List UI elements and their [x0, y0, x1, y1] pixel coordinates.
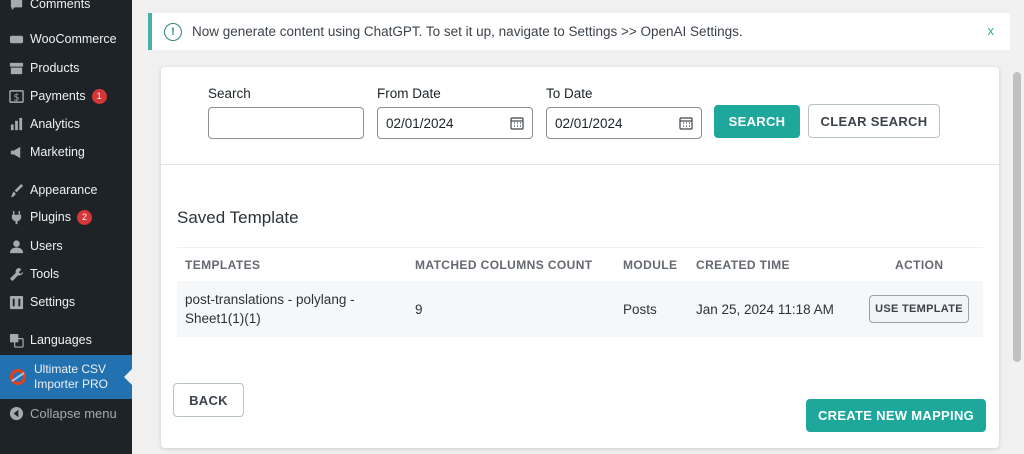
from-date-input[interactable]: 02/01/2024: [377, 107, 533, 139]
info-icon: !: [164, 22, 182, 41]
col-created-time: CREATED TIME: [696, 258, 790, 272]
sidebar-item-products[interactable]: Products: [0, 54, 132, 82]
sidebar-item-settings[interactable]: Settings: [0, 288, 132, 316]
table-header: TEMPLATES MATCHED COLUMNS COUNT MODULE C…: [177, 247, 983, 281]
filter-divider: [161, 164, 999, 165]
matched-count: 9: [415, 302, 423, 317]
page-scrollbar[interactable]: [1010, 0, 1024, 454]
sidebar-item-appearance[interactable]: Appearance: [0, 176, 132, 204]
active-menu-arrow: [124, 369, 132, 385]
section-title: Saved Template: [177, 208, 299, 227]
sidebar-item-plugins[interactable]: Plugins 2: [0, 203, 132, 231]
collapse-icon: [8, 405, 24, 421]
settings-icon: [8, 294, 24, 310]
sidebar-item-comments[interactable]: Comments: [0, 0, 132, 18]
sidebar-item-users[interactable]: Users: [0, 232, 132, 260]
bar-chart-icon: [8, 116, 24, 132]
sidebar-item-languages[interactable]: Languages: [0, 326, 132, 354]
search-label: Search: [208, 86, 251, 101]
from-date-label: From Date: [377, 86, 441, 101]
sidebar-item-analytics[interactable]: Analytics: [0, 110, 132, 138]
use-template-button[interactable]: USE TEMPLATE: [869, 295, 969, 323]
sidebar-item-woocommerce[interactable]: WooCommerce: [0, 25, 132, 53]
col-templates: TEMPLATES: [185, 258, 261, 272]
created-time-value: Jan 25, 2024 11:18 AM: [696, 302, 834, 317]
table-row: post-translations - polylang - Sheet1(1)…: [177, 281, 983, 337]
calendar-icon[interactable]: [510, 116, 524, 130]
admin-sidebar: Comments WooCommerce Products $ Payments…: [0, 0, 132, 454]
col-action: ACTION: [895, 258, 944, 272]
scrollbar-thumb[interactable]: [1013, 72, 1021, 362]
dollar-icon: $: [8, 88, 24, 104]
sidebar-item-payments[interactable]: $ Payments 1: [0, 82, 132, 110]
comment-icon: [8, 0, 24, 12]
clear-search-button[interactable]: CLEAR SEARCH: [808, 104, 940, 138]
plug-icon: [8, 209, 24, 225]
to-date-input[interactable]: 02/01/2024: [546, 107, 702, 139]
to-date-label: To Date: [546, 86, 593, 101]
template-name: post-translations - polylang - Sheet1(1)…: [185, 292, 355, 326]
search-button[interactable]: SEARCH: [714, 105, 800, 138]
col-matched-columns: MATCHED COLUMNS COUNT: [415, 258, 593, 272]
paintbrush-icon: [8, 182, 24, 198]
dismiss-notice-button[interactable]: x: [988, 23, 995, 38]
create-new-mapping-button[interactable]: CREATE NEW MAPPING: [806, 399, 986, 432]
sidebar-item-marketing[interactable]: Marketing: [0, 138, 132, 166]
chatgpt-notice: ! Now generate content using ChatGPT. To…: [148, 13, 1010, 50]
collapse-menu-button[interactable]: Collapse menu: [0, 399, 132, 427]
notice-text: Now generate content using ChatGPT. To s…: [192, 24, 743, 39]
payments-count-badge: 1: [91, 88, 107, 104]
user-icon: [8, 238, 24, 254]
template-card: Search From Date 02/01/2024 To Date 02/0…: [161, 67, 999, 448]
svg-text:$: $: [13, 92, 19, 103]
calendar-icon[interactable]: [679, 116, 693, 130]
woo-icon: [8, 31, 24, 47]
plugin-logo-icon: [8, 367, 28, 387]
module-value: Posts: [623, 302, 657, 317]
plugins-count-badge: 2: [77, 209, 92, 225]
col-module: MODULE: [623, 258, 678, 272]
wrench-icon: [8, 266, 24, 282]
back-button[interactable]: BACK: [173, 383, 244, 417]
sidebar-item-tools[interactable]: Tools: [0, 260, 132, 288]
translate-icon: [8, 332, 24, 348]
search-input[interactable]: [208, 107, 364, 139]
archive-icon: [8, 60, 24, 76]
sidebar-item-ultimate-csv-importer[interactable]: Ultimate CSV Importer PRO: [0, 355, 132, 399]
megaphone-icon: [8, 144, 24, 160]
